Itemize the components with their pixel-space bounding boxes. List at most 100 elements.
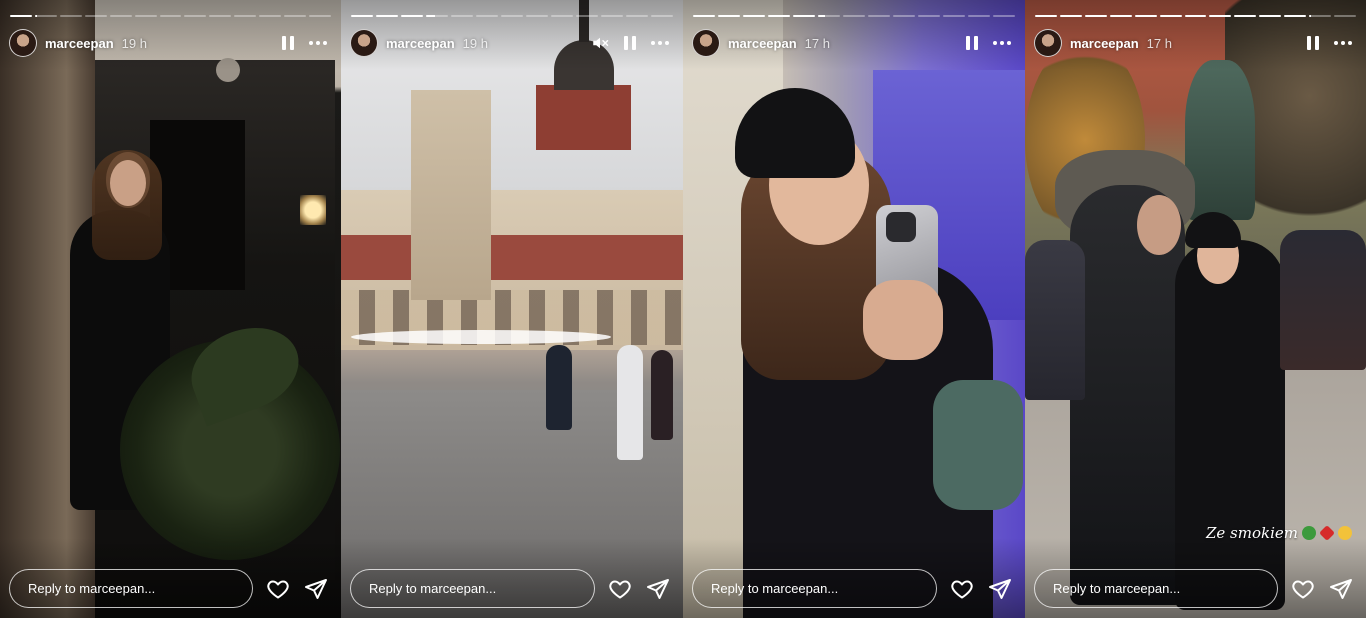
username[interactable]: marceepan bbox=[386, 36, 455, 51]
progress-segment bbox=[284, 15, 307, 17]
reply-input[interactable]: Reply to marceepan... bbox=[350, 569, 595, 608]
story-header: marceepan 17 h bbox=[692, 29, 1013, 57]
progress-segment bbox=[743, 15, 765, 17]
progress-segment bbox=[843, 15, 865, 17]
pause-button[interactable] bbox=[961, 32, 983, 54]
story-photo-market-square bbox=[341, 0, 683, 618]
story-footer: Reply to marceepan... bbox=[1034, 569, 1354, 608]
story-panel-1[interactable]: marceepan 19 h Reply to marceepan... bbox=[0, 0, 341, 618]
like-button[interactable] bbox=[607, 576, 633, 602]
progress-segment bbox=[1234, 15, 1257, 17]
progress-segment bbox=[1334, 15, 1356, 17]
more-icon bbox=[993, 41, 1011, 45]
pause-icon bbox=[1307, 36, 1319, 50]
like-button[interactable] bbox=[265, 576, 291, 602]
more-options-button[interactable] bbox=[1332, 32, 1354, 54]
timestamp: 19 h bbox=[121, 35, 147, 51]
progress-segment bbox=[184, 15, 207, 17]
pause-button[interactable] bbox=[1302, 32, 1324, 54]
story-footer: Reply to marceepan... bbox=[9, 569, 329, 608]
progress-segment bbox=[234, 15, 257, 17]
more-options-button[interactable] bbox=[649, 32, 671, 54]
progress-segment bbox=[1184, 15, 1207, 17]
avatar[interactable] bbox=[1034, 29, 1062, 57]
progress-segment bbox=[651, 15, 673, 17]
more-icon bbox=[309, 41, 327, 45]
story-footer: Reply to marceepan... bbox=[692, 569, 1013, 608]
progress-segment bbox=[34, 15, 57, 17]
reply-input[interactable]: Reply to marceepan... bbox=[692, 569, 937, 608]
progress-segment bbox=[84, 15, 107, 17]
story-photo-selfie bbox=[683, 0, 1025, 618]
avatar[interactable] bbox=[350, 29, 378, 57]
story-panel-4[interactable]: marceepan 17 h Ze smokiem Reply to marce… bbox=[1025, 0, 1366, 618]
story-progress-bar bbox=[1035, 15, 1356, 17]
timestamp: 17 h bbox=[1146, 35, 1172, 51]
send-icon bbox=[1330, 578, 1352, 599]
more-icon bbox=[1334, 41, 1352, 45]
story-progress-bar bbox=[693, 15, 1015, 17]
more-options-button[interactable] bbox=[991, 32, 1013, 54]
reply-input[interactable]: Reply to marceepan... bbox=[9, 569, 253, 608]
progress-segment bbox=[476, 15, 498, 17]
story-caption: Ze smokiem bbox=[1206, 524, 1352, 542]
timestamp: 17 h bbox=[804, 35, 830, 51]
share-button[interactable] bbox=[987, 576, 1013, 602]
story-footer: Reply to marceepan... bbox=[350, 569, 671, 608]
send-icon bbox=[305, 578, 327, 599]
progress-segment bbox=[968, 15, 990, 17]
reply-input[interactable]: Reply to marceepan... bbox=[1034, 569, 1278, 608]
more-icon bbox=[651, 41, 669, 45]
like-button[interactable] bbox=[949, 576, 975, 602]
avatar[interactable] bbox=[692, 29, 720, 57]
muted-speaker-icon bbox=[593, 37, 609, 49]
progress-segment bbox=[768, 15, 790, 17]
progress-segment bbox=[109, 15, 132, 17]
progress-segment bbox=[426, 15, 448, 17]
progress-segment bbox=[1109, 15, 1132, 17]
progress-segment bbox=[626, 15, 648, 17]
story-panel-3[interactable]: marceepan 17 h Reply to marceepan... bbox=[683, 0, 1025, 618]
progress-segment bbox=[818, 15, 840, 17]
username[interactable]: marceepan bbox=[728, 36, 797, 51]
progress-segment bbox=[1284, 15, 1307, 17]
pause-icon bbox=[624, 36, 636, 50]
pause-button[interactable] bbox=[277, 32, 299, 54]
progress-segment bbox=[501, 15, 523, 17]
story-progress-bar bbox=[351, 15, 673, 17]
progress-segment bbox=[159, 15, 182, 17]
story-header: marceepan 17 h bbox=[1034, 29, 1354, 57]
progress-segment bbox=[1159, 15, 1182, 17]
username[interactable]: marceepan bbox=[45, 36, 114, 51]
pause-icon bbox=[282, 36, 294, 50]
heart-icon bbox=[1292, 580, 1314, 598]
progress-segment bbox=[893, 15, 915, 17]
timestamp: 19 h bbox=[462, 35, 488, 51]
progress-segment bbox=[693, 15, 715, 17]
progress-segment bbox=[868, 15, 890, 17]
pause-button[interactable] bbox=[619, 32, 641, 54]
share-button[interactable] bbox=[645, 576, 671, 602]
story-panel-2[interactable]: marceepan 19 h Reply to marceepan... bbox=[341, 0, 683, 618]
progress-segment bbox=[10, 15, 32, 17]
progress-segment bbox=[993, 15, 1015, 17]
progress-segment bbox=[1259, 15, 1282, 17]
progress-segment bbox=[209, 15, 232, 17]
progress-segment bbox=[401, 15, 423, 17]
progress-segment bbox=[918, 15, 940, 17]
unmute-button[interactable] bbox=[589, 32, 611, 54]
progress-segment bbox=[1134, 15, 1157, 17]
more-options-button[interactable] bbox=[307, 32, 329, 54]
story-photo-hotel-mirror bbox=[0, 0, 341, 618]
avatar[interactable] bbox=[9, 29, 37, 57]
share-button[interactable] bbox=[303, 576, 329, 602]
progress-segment bbox=[576, 15, 598, 17]
username[interactable]: marceepan bbox=[1070, 36, 1139, 51]
progress-segment bbox=[351, 15, 373, 17]
send-icon bbox=[989, 578, 1011, 599]
progress-segment bbox=[1059, 15, 1082, 17]
share-button[interactable] bbox=[1328, 576, 1354, 602]
progress-segment bbox=[551, 15, 573, 17]
pause-icon bbox=[966, 36, 978, 50]
like-button[interactable] bbox=[1290, 576, 1316, 602]
